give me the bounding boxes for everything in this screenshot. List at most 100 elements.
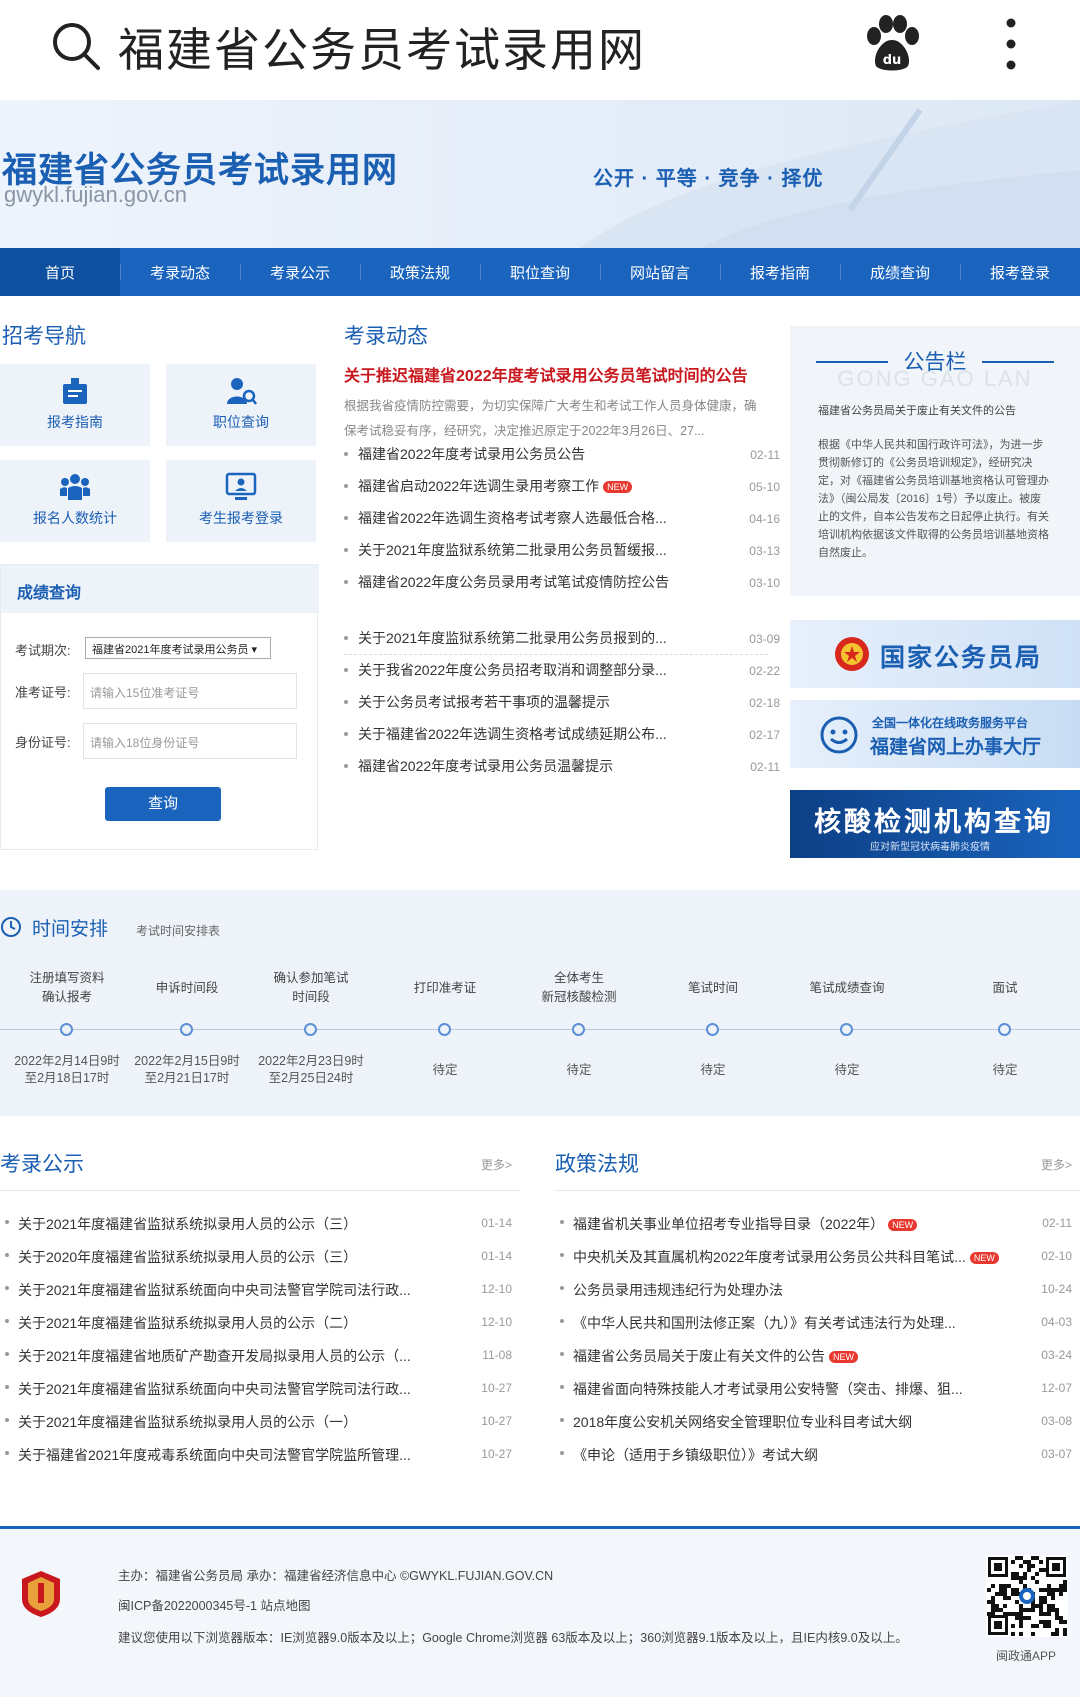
step-time-text: 待定: [566, 1062, 592, 1077]
browser-title[interactable]: 福建省公务员考试录用网: [118, 14, 646, 80]
news-item[interactable]: 关于2021年度监狱系统第二批录用公务员暂缓报... 03-13: [340, 536, 780, 568]
nav-item-score[interactable]: 成绩查询: [840, 248, 960, 296]
news-item[interactable]: 福建省2022年选调生资格考试考察人选最低合格... 04-16: [340, 504, 780, 536]
step-title-text: 笔试成绩查询: [809, 980, 885, 995]
news-item-title: 关于福建省2022年选调生资格考试成绩延期公布...: [358, 724, 667, 744]
publicity-more-link[interactable]: 更多>: [481, 1156, 512, 1173]
ticket-input[interactable]: 请输入15位准考证号: [83, 673, 297, 709]
news-item[interactable]: 福建省2022年度考试录用公务员公告 02-11: [340, 440, 780, 472]
nav-item-policy[interactable]: 政策法规: [360, 248, 480, 296]
timeline-step-time: 待定: [378, 1050, 512, 1090]
policy-item-text: 公务员录用违规违纪行为处理办法: [573, 1282, 783, 1298]
timeline-step-time: 2022年2月23日9时 至2月25日24时: [244, 1050, 378, 1090]
news-item-text: 关于我省2022年度公务员招考取消和调整部分录...: [358, 662, 667, 678]
bullet-dot: [344, 484, 348, 488]
score-title: 成绩查询: [17, 585, 82, 602]
search-icon[interactable]: [50, 20, 102, 72]
monitor-user-icon: [225, 472, 257, 500]
publicity-item[interactable]: 关于2021年度福建省监狱系统面向中央司法警官学院司法行政... 12-10: [0, 1272, 520, 1306]
publicity-item[interactable]: 关于2020年度福建省监狱系统拟录用人员的公示（三） 01-14: [0, 1239, 520, 1273]
guide-card-apply-guide[interactable]: 报考指南: [0, 364, 150, 446]
publicity-item[interactable]: 关于2021年度福建省监狱系统面向中央司法警官学院司法行政... 10-27: [0, 1371, 520, 1405]
policy-item-date: 10-24: [1041, 1282, 1072, 1296]
step-title-text: 笔试时间: [687, 980, 738, 995]
banner-nucleic-test[interactable]: 核酸检测机构查询 应对新型冠状病毒肺炎疫情: [790, 790, 1080, 858]
timeline-step-title: 申诉时间段: [120, 968, 254, 1008]
policy-item[interactable]: 中央机关及其直属机构2022年度考试录用公务员公共科目笔试... NEW 02-10: [555, 1239, 1080, 1273]
new-badge: NEW: [969, 1252, 999, 1265]
news-headline[interactable]: 关于推迟福建省2022年度考试录用公务员笔试时间的公告: [344, 362, 774, 386]
timeline-step-time: 待定: [512, 1050, 646, 1090]
notice-heading[interactable]: 福建省公务员局关于废止有关文件的公告: [818, 402, 1016, 418]
publicity-item[interactable]: 关于2021年度福建省监狱系统拟录用人员的公示（二） 12-10: [0, 1305, 520, 1339]
publicity-item-text: 关于2021年度福建省监狱系统面向中央司法警官学院司法行政...: [18, 1381, 411, 1397]
policy-item[interactable]: 公务员录用违规违纪行为处理办法 10-24: [555, 1272, 1080, 1306]
period-select[interactable]: 福建省2021年度考试录用公务员 ▾: [85, 637, 271, 659]
policy-item-text: 《中华人民共和国刑法修正案（九）》有关考试违法行为处理...: [573, 1315, 956, 1331]
policy-item[interactable]: 《中华人民共和国刑法修正案（九）》有关考试违法行为处理... 04-03: [555, 1305, 1080, 1339]
bullet-dot: [560, 1286, 564, 1290]
timeline-step-title: 注册填写资料 确认报考: [0, 968, 134, 1008]
policy-item[interactable]: 《申论（适用于乡镇级职位）》考试大纲 03-07: [555, 1437, 1080, 1471]
id-row: 身份证号: 请输入18位身份证号: [15, 723, 305, 759]
id-input[interactable]: 请输入18位身份证号: [83, 723, 297, 759]
user-search-icon: [227, 378, 257, 405]
news-divider: [344, 654, 768, 655]
publicity-item-date: 01-14: [481, 1216, 512, 1230]
nav-item-login[interactable]: 报考登录: [960, 248, 1080, 296]
footer-icp[interactable]: 闽ICP备2022000345号-1 站点地图: [118, 1595, 310, 1614]
publicity-item[interactable]: 关于2021年度福建省监狱系统拟录用人员的公示（三） 01-14: [0, 1206, 520, 1240]
publicity-item[interactable]: 关于2021年度福建省监狱系统拟录用人员的公示（一） 10-27: [0, 1404, 520, 1438]
policy-item[interactable]: 福建省公务员局关于废止有关文件的公告 NEW 03-24: [555, 1338, 1080, 1372]
news-item-title: 关于我省2022年度公务员招考取消和调整部分录...: [358, 660, 667, 680]
policy-item[interactable]: 福建省面向特殊技能人才考试录用公安特警（突击、排爆、狙... 12-07: [555, 1371, 1080, 1405]
nav-item-guide[interactable]: 报考指南: [720, 248, 840, 296]
id-label: 身份证号:: [15, 735, 71, 750]
people-icon: [60, 474, 90, 500]
news-item-date: 03-13: [749, 544, 780, 558]
policy-item[interactable]: 2018年度公安机关网络安全管理职位专业科目考试大纲 03-08: [555, 1404, 1080, 1438]
guide-card-login[interactable]: 考生报考登录: [166, 460, 316, 542]
policy-more-link[interactable]: 更多>: [1041, 1156, 1072, 1173]
publicity-item[interactable]: 关于福建省2021年度戒毒系统面向中央司法警官学院监所管理... 10-27: [0, 1437, 520, 1471]
new-badge: NEW: [829, 1351, 858, 1364]
nav-item-news[interactable]: 考录动态: [120, 248, 240, 296]
banner-online-service-hall[interactable]: 全国一体化在线政务服务平台 福建省网上办事大厅: [790, 700, 1080, 768]
news-item-text: 福建省启动2022年选调生录用考察工作: [358, 478, 600, 494]
timeline-step-time: 待定: [938, 1050, 1072, 1090]
publicity-item-date: 12-10: [481, 1282, 512, 1296]
news-item[interactable]: 福建省2022年度考试录用公务员温馨提示 02-11: [340, 752, 780, 784]
nav-item-message[interactable]: 网站留言: [600, 248, 720, 296]
nav-item-home[interactable]: 首页: [0, 248, 120, 296]
notice-board: GONG GAO LAN 公告栏 福建省公务员局关于废止有关文件的公告 根据《中…: [790, 326, 1080, 596]
ticket-label: 准考证号:: [15, 685, 71, 700]
news-item[interactable]: 关于公务员考试报考若干事项的温馨提示 02-18: [340, 688, 780, 720]
policy-item[interactable]: 福建省机关事业单位招考专业指导目录（2022年） NEW 02-11: [555, 1206, 1080, 1240]
nav-item-publicity[interactable]: 考录公示: [240, 248, 360, 296]
news-item[interactable]: 福建省2022年度公务员录用考试笔试疫情防控公告 03-10: [340, 568, 780, 600]
baidu-paw-icon[interactable]: du: [860, 14, 924, 74]
news-item[interactable]: 关于我省2022年度公务员招考取消和调整部分录... 02-22: [340, 656, 780, 688]
news-item[interactable]: 关于2021年度监狱系统第二批录用公务员报到的... 03-09: [340, 624, 780, 656]
news-item-date: 03-10: [749, 576, 780, 590]
guide-card-stats[interactable]: 报名人数统计: [0, 460, 150, 542]
timeline-step-dot: [60, 1023, 73, 1036]
more-vertical-icon[interactable]: [1000, 16, 1022, 72]
government-badge-icon: [22, 1571, 60, 1617]
bullet-dot: [560, 1451, 564, 1455]
timeline-step-title: 面试: [938, 968, 1072, 1008]
news-item[interactable]: 福建省启动2022年选调生录用考察工作 NEW 05-10: [340, 472, 780, 504]
policy-item-text: 福建省公务员局关于废止有关文件的公告: [573, 1348, 825, 1364]
nav-item-position[interactable]: 职位查询: [480, 248, 600, 296]
banner-national-civil-service[interactable]: 国家公务员局: [790, 620, 1080, 688]
policy-item-date: 03-07: [1041, 1447, 1072, 1461]
guide-card-position[interactable]: 职位查询: [166, 364, 316, 446]
policy-item-date: 02-10: [1041, 1249, 1072, 1263]
banner1-text: 国家公务员局: [880, 644, 1043, 672]
query-button[interactable]: 查询: [105, 787, 221, 821]
publicity-item[interactable]: 关于2021年度福建省地质矿产勘查开发局拟录用人员的公示（... 11-08: [0, 1338, 520, 1372]
qr-code-icon[interactable]: [986, 1555, 1068, 1637]
news-item-date: 03-09: [749, 632, 780, 646]
news-item[interactable]: 关于福建省2022年选调生资格考试成绩延期公布... 02-17: [340, 720, 780, 752]
banner3-sub-text: 应对新型冠状病毒肺炎疫情: [870, 842, 990, 853]
